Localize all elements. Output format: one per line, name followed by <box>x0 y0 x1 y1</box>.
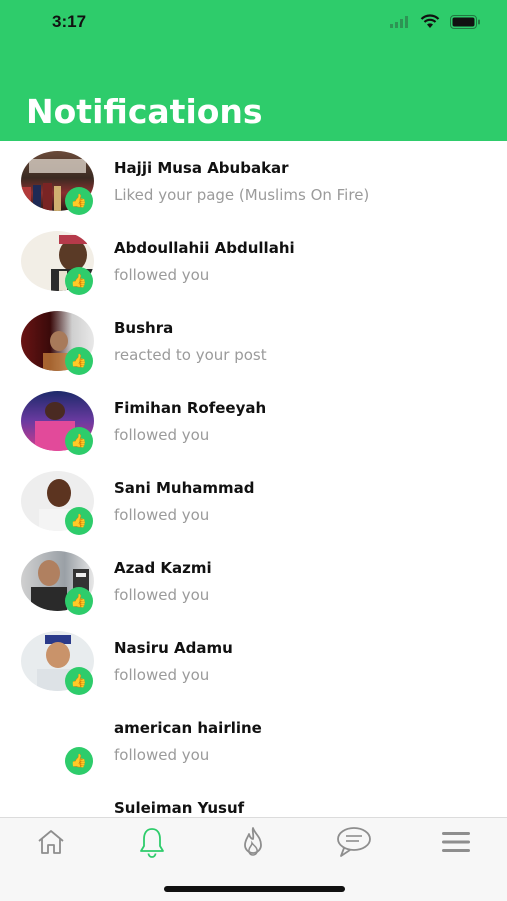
notification-name[interactable]: Azad Kazmi <box>114 559 212 577</box>
chat-bubble-icon <box>335 826 373 863</box>
cellular-signal-icon <box>390 15 410 33</box>
notification-name[interactable]: Bushra <box>114 319 173 337</box>
notification-item[interactable]: 👍 Nasiru Adamu followed you <box>0 621 507 701</box>
flame-icon <box>238 826 268 863</box>
bell-icon <box>137 826 167 863</box>
notification-action: followed you <box>114 586 210 604</box>
notification-action: reacted to your post <box>114 346 267 364</box>
thumbs-up-icon: 👍 <box>65 747 93 775</box>
app-header: 3:17 Notifications <box>0 0 507 141</box>
notification-action: followed you <box>114 426 210 444</box>
notification-item[interactable]: Suleiman Yusuf <box>0 781 507 817</box>
thumbs-up-icon: 👍 <box>65 587 93 615</box>
tab-home[interactable] <box>31 826 71 862</box>
notification-name[interactable]: Hajji Musa Abubakar <box>114 159 289 177</box>
thumbs-up-icon: 👍 <box>65 507 93 535</box>
notification-item[interactable]: 👍 Azad Kazmi followed you <box>0 541 507 621</box>
thumbs-up-icon: 👍 <box>65 267 93 295</box>
notification-action: followed you <box>114 266 210 284</box>
thumbs-up-icon: 👍 <box>65 187 93 215</box>
tab-messages[interactable] <box>334 826 374 862</box>
notification-name[interactable]: Fimihan Rofeeyah <box>114 399 266 417</box>
notification-action: followed you <box>114 666 210 684</box>
notification-action: followed you <box>114 746 210 764</box>
home-icon <box>36 828 66 861</box>
notification-item[interactable]: 👍 american hairline followed you <box>0 701 507 781</box>
notification-name[interactable]: american hairline <box>114 719 262 737</box>
notification-name[interactable]: Sani Muhammad <box>114 479 255 497</box>
battery-icon <box>450 14 481 34</box>
notification-name[interactable]: Nasiru Adamu <box>114 639 233 657</box>
tab-menu[interactable] <box>436 826 476 862</box>
tab-trending[interactable] <box>233 826 273 862</box>
notification-action: Liked your page (Muslims On Fire) <box>114 186 370 204</box>
thumbs-up-icon: 👍 <box>65 347 93 375</box>
thumbs-up-icon: 👍 <box>65 427 93 455</box>
notification-item[interactable]: 👍 Hajji Musa Abubakar Liked your page (M… <box>0 141 507 221</box>
home-indicator[interactable] <box>164 886 345 892</box>
menu-icon <box>440 830 472 859</box>
notifications-list[interactable]: 👍 Hajji Musa Abubakar Liked your page (M… <box>0 141 507 817</box>
page-title: Notifications <box>26 92 263 131</box>
status-icons <box>390 14 481 34</box>
thumbs-up-icon: 👍 <box>65 667 93 695</box>
status-time: 3:17 <box>52 12 87 31</box>
notification-action: followed you <box>114 506 210 524</box>
notification-name[interactable]: Suleiman Yusuf <box>114 799 244 817</box>
notification-item[interactable]: 👍 Abdoullahii Abdullahi followed you <box>0 221 507 301</box>
notification-item[interactable]: 👍 Bushra reacted to your post <box>0 301 507 381</box>
notification-item[interactable]: 👍 Sani Muhammad followed you <box>0 461 507 541</box>
tab-notifications[interactable] <box>132 826 172 862</box>
notification-item[interactable]: 👍 Fimihan Rofeeyah followed you <box>0 381 507 461</box>
avatar[interactable] <box>21 791 94 817</box>
wifi-icon <box>420 14 440 34</box>
notification-name[interactable]: Abdoullahii Abdullahi <box>114 239 295 257</box>
